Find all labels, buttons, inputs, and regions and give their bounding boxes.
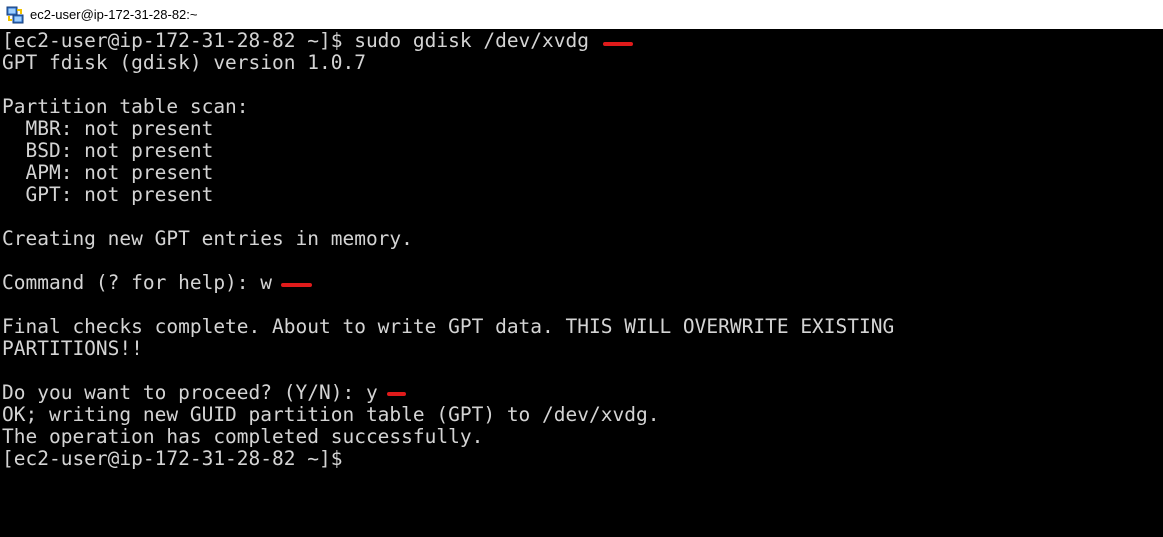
title-bar[interactable]: ec2-user@ip-172-31-28-82:~ [0, 0, 1163, 29]
terminal-line: MBR: not present [2, 117, 214, 140]
red-underline-mark [281, 283, 312, 287]
terminal-line: Final checks complete. About to write GP… [2, 315, 895, 338]
putty-icon[interactable] [6, 6, 24, 24]
terminal-line-command: Do you want to proceed? (Y/N): y [2, 381, 378, 404]
terminal-line: Creating new GPT entries in memory. [2, 227, 413, 250]
terminal-line: GPT: not present [2, 183, 214, 206]
red-underline-mark [387, 392, 406, 396]
red-underline-mark [603, 42, 633, 46]
window-title: ec2-user@ip-172-31-28-82:~ [30, 7, 198, 22]
terminal-line-command: Command (? for help): w [2, 271, 273, 294]
terminal-line: Partition table scan: [2, 95, 249, 118]
terminal-line: GPT fdisk (gdisk) version 1.0.7 [2, 51, 366, 74]
terminal-line: APM: not present [2, 161, 214, 184]
terminal-line: The operation has completed successfully… [2, 425, 484, 448]
terminal-line: BSD: not present [2, 139, 214, 162]
terminal-prompt: [ec2-user@ip-172-31-28-82 ~]$ [2, 447, 343, 470]
terminal-window: ec2-user@ip-172-31-28-82:~ [ec2-user@ip-… [0, 0, 1163, 537]
terminal-output[interactable]: [ec2-user@ip-172-31-28-82 ~]$ sudo gdisk… [0, 29, 1163, 537]
terminal-line: OK; writing new GUID partition table (GP… [2, 403, 660, 426]
terminal-line-command: [ec2-user@ip-172-31-28-82 ~]$ sudo gdisk… [2, 29, 589, 52]
terminal-line: PARTITIONS!! [2, 337, 143, 360]
